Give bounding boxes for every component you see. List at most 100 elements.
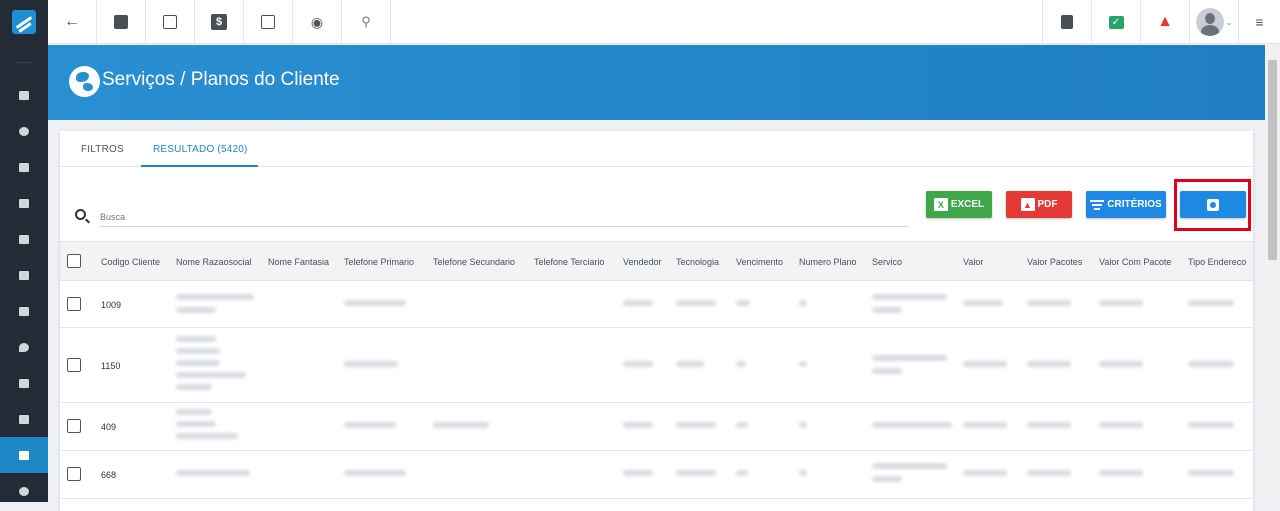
terminal-icon [261, 15, 275, 29]
criteria-label: CRITÉRIOS [1107, 199, 1162, 210]
server-icon [19, 414, 29, 424]
redacted-cell [736, 470, 748, 476]
redacted-cell [1099, 422, 1143, 428]
table-row[interactable]: 1009 [60, 282, 1253, 328]
redacted-cell [799, 300, 807, 306]
sidebar-item-servers[interactable] [0, 401, 48, 437]
col-vencimento[interactable]: Vencimento [736, 257, 783, 267]
sidebar-divider [17, 62, 31, 63]
avatar [1195, 8, 1224, 36]
highlight-box [1174, 179, 1251, 231]
table-row[interactable]: 409 [60, 403, 1253, 451]
col-valor[interactable]: Valor [963, 257, 983, 267]
row-checkbox[interactable] [67, 358, 81, 372]
excel-icon: X [933, 198, 948, 211]
document-icon [19, 450, 29, 460]
tab-bar: FILTROS RESULTADO (5420) [60, 131, 1253, 167]
sidebar-item-documents[interactable] [0, 437, 48, 473]
row-checkbox[interactable] [67, 419, 81, 433]
cell-codigo-cliente: 668 [101, 470, 117, 480]
menu-button[interactable]: ≡ [1238, 0, 1280, 44]
redacted-cell [799, 422, 807, 428]
redacted-cell [1099, 470, 1143, 476]
eye-icon: ◉ [310, 13, 324, 30]
col-servico[interactable]: Servico [872, 257, 902, 267]
search-button[interactable]: ⚲ [342, 0, 391, 44]
view-button[interactable]: ◉ [293, 0, 342, 44]
col-telefone-primario[interactable]: Telefone Primario [344, 257, 414, 267]
col-tipo-endereco[interactable]: Tipo Endereco [1188, 257, 1246, 267]
tasks-button[interactable]: ✓ [1091, 0, 1140, 44]
schedule-button[interactable] [146, 0, 195, 44]
contact-card-icon [114, 15, 128, 29]
sidebar-item-calendar[interactable] [0, 221, 48, 257]
cell-codigo-cliente: 1009 [101, 300, 122, 310]
excel-label: EXCEL [950, 199, 985, 210]
col-valor-com-pacote[interactable]: Valor Com Pacote [1099, 257, 1171, 267]
tab-filtros[interactable]: FILTROS [81, 144, 124, 155]
col-nome-razaosocial[interactable]: Nome Razaosocial [176, 257, 252, 267]
cell-codigo-cliente: 1150 [101, 361, 121, 371]
pdf-report-button[interactable] [1042, 0, 1091, 44]
redacted-cell [176, 433, 238, 439]
page-header: Serviços / Planos do Cliente [48, 45, 1265, 120]
pdf-file-icon [1061, 15, 1073, 29]
tab-resultado[interactable]: RESULTADO (5420) [153, 144, 248, 155]
col-codigo-cliente[interactable]: Codigo Cliente [101, 257, 160, 267]
scrollbar-thumb[interactable] [1268, 60, 1277, 260]
sidebar-item-map[interactable] [0, 329, 48, 365]
gear-icon [19, 486, 29, 496]
redacted-cell [1099, 300, 1143, 306]
row-checkbox[interactable] [67, 467, 81, 481]
col-tecnologia[interactable]: Tecnologia [676, 257, 719, 267]
table-row[interactable]: 668 [60, 451, 1253, 499]
redacted-cell [736, 300, 750, 306]
redacted-cell [676, 422, 716, 428]
page-scrollbar[interactable] [1265, 45, 1280, 502]
sidebar-item-lists[interactable] [0, 365, 48, 401]
finance-button[interactable]: $ [195, 0, 244, 44]
sidebar-item-finance[interactable] [0, 293, 48, 329]
col-vendedor[interactable]: Vendedor [623, 257, 662, 267]
redacted-cell [963, 361, 1007, 367]
redacted-cell [736, 422, 748, 428]
col-nome-fantasia[interactable]: Nome Fantasia [268, 257, 329, 267]
redacted-cell [872, 476, 902, 482]
redacted-cell [963, 300, 1003, 306]
pdf-label: PDF [1037, 199, 1058, 210]
search-input[interactable] [100, 207, 908, 227]
col-numero-plano[interactable]: Numero Plano [799, 257, 857, 267]
table-row[interactable]: 1150 [60, 328, 1253, 403]
user-menu-button[interactable]: ⌄ [1189, 0, 1238, 44]
contacts-button[interactable] [97, 0, 146, 44]
sidebar-item-contacts[interactable] [0, 149, 48, 185]
redacted-cell [872, 422, 952, 428]
board-icon [19, 198, 29, 208]
sidebar-item-reports[interactable] [0, 113, 48, 149]
sidebar-item-stock[interactable] [0, 257, 48, 293]
excel-export-button[interactable]: X EXCEL [926, 191, 992, 218]
col-valor-pacotes[interactable]: Valor Pacotes [1027, 257, 1082, 267]
app-logo[interactable] [0, 0, 48, 44]
back-button[interactable]: ← [48, 0, 97, 44]
chevron-down-icon: ⌄ [1225, 17, 1233, 27]
check-chat-icon: ✓ [1108, 15, 1124, 29]
criteria-button[interactable]: CRITÉRIOS [1086, 191, 1166, 218]
redacted-cell [872, 463, 947, 469]
select-all-checkbox[interactable] [67, 254, 81, 268]
alerts-button[interactable]: ▲ [1140, 0, 1189, 44]
pdf-export-button[interactable]: ▲ PDF [1006, 191, 1072, 218]
redacted-cell [872, 368, 902, 374]
page-title: Serviços / Planos do Cliente [102, 69, 340, 90]
row-checkbox[interactable] [67, 297, 81, 311]
redacted-cell [176, 384, 212, 390]
sidebar-item-dashboard[interactable] [0, 77, 48, 113]
globe-icon [69, 66, 100, 97]
sidebar-item-board[interactable] [0, 185, 48, 221]
col-telefone-terciario[interactable]: Telefone Terciario [534, 257, 604, 267]
sidebar-item-settings[interactable] [0, 473, 48, 509]
redacted-cell [1188, 422, 1234, 428]
col-telefone-secundario[interactable]: Telefone Secundario [433, 257, 515, 267]
terminal-button[interactable] [244, 0, 293, 44]
redacted-cell [799, 470, 807, 476]
